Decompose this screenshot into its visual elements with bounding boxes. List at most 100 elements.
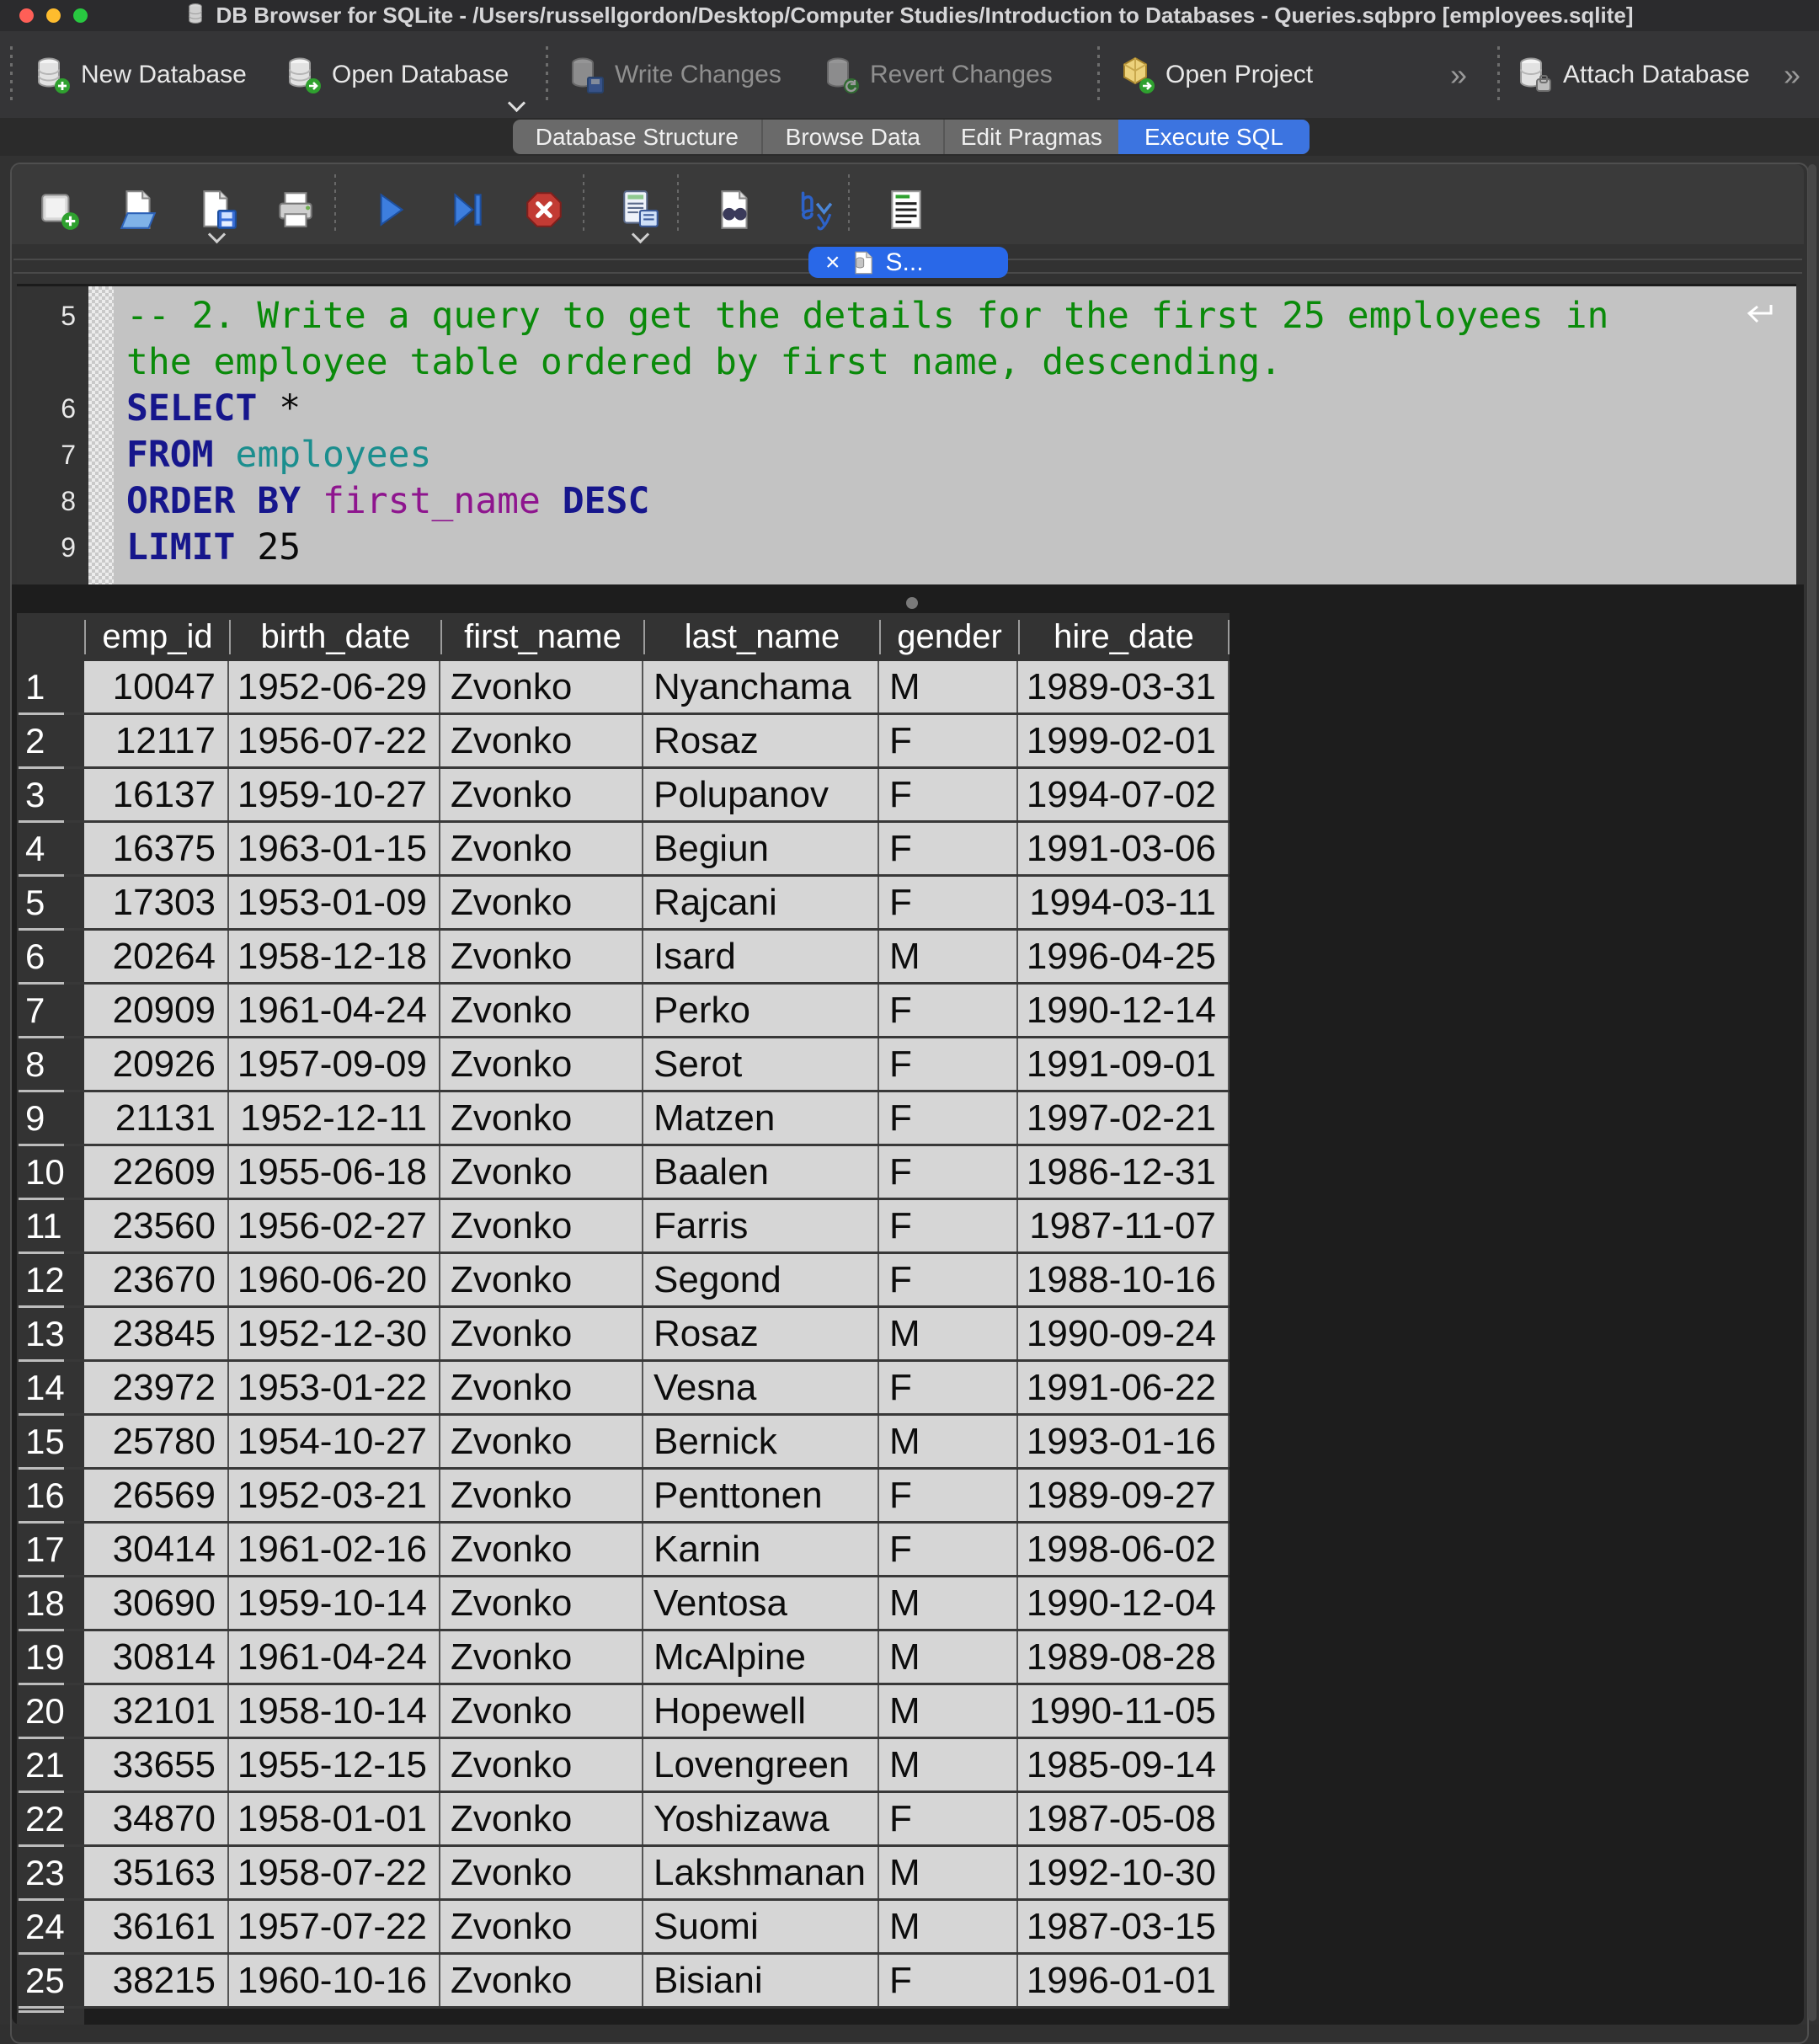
attach-database-button[interactable]: Attach Database — [1514, 31, 1750, 118]
cell-emp_id[interactable]: 26569 — [84, 1470, 229, 1521]
cell-emp_id[interactable]: 20909 — [84, 985, 229, 1036]
cell-birth_date[interactable]: 1957-09-09 — [229, 1038, 440, 1090]
cell-first_name[interactable]: Zvonko — [440, 931, 643, 982]
minimize-window-button[interactable] — [46, 8, 61, 23]
cell-hire_date[interactable]: 1994-07-02 — [1018, 769, 1230, 820]
row-number[interactable]: 25 — [17, 1955, 84, 2006]
cell-last_name[interactable]: Bisiani — [643, 1955, 879, 2006]
cell-hire_date[interactable]: 1992-10-30 — [1018, 1847, 1230, 1898]
row-number[interactable]: 10 — [17, 1146, 84, 1198]
cell-first_name[interactable]: Zvonko — [440, 1793, 643, 1844]
cell-gender[interactable]: F — [879, 1038, 1018, 1090]
row-number[interactable]: 5 — [17, 877, 84, 928]
row-number[interactable]: 19 — [17, 1631, 84, 1683]
cell-hire_date[interactable]: 1988-10-16 — [1018, 1254, 1230, 1305]
close-window-button[interactable] — [19, 8, 34, 23]
toolbar-overflow-chevron[interactable]: » — [1784, 31, 1800, 118]
cell-gender[interactable]: M — [879, 661, 1018, 712]
row-number[interactable]: 12 — [17, 1254, 84, 1305]
toolbar-overflow-chevron[interactable]: » — [1450, 31, 1467, 118]
cell-gender[interactable]: F — [879, 823, 1018, 874]
cell-birth_date[interactable]: 1963-01-15 — [229, 823, 440, 874]
column-header-last_name[interactable]: last_name — [643, 620, 879, 654]
row-number[interactable]: 14 — [17, 1362, 84, 1413]
cell-emp_id[interactable]: 23560 — [84, 1200, 229, 1251]
cell-first_name[interactable]: Zvonko — [440, 715, 643, 766]
cell-first_name[interactable]: Zvonko — [440, 769, 643, 820]
cell-first_name[interactable]: Zvonko — [440, 1362, 643, 1413]
cell-first_name[interactable]: Zvonko — [440, 1739, 643, 1791]
cell-gender[interactable]: M — [879, 1847, 1018, 1898]
cell-emp_id[interactable]: 30814 — [84, 1631, 229, 1683]
row-number[interactable]: 23 — [17, 1847, 84, 1898]
tab-browse-data[interactable]: Browse Data — [761, 120, 943, 154]
column-header-emp_id[interactable]: emp_id — [84, 620, 229, 654]
cell-first_name[interactable]: Zvonko — [440, 1146, 643, 1198]
cell-emp_id[interactable]: 21131 — [84, 1092, 229, 1144]
cell-gender[interactable]: F — [879, 1200, 1018, 1251]
cell-birth_date[interactable]: 1961-02-16 — [229, 1524, 440, 1575]
cell-birth_date[interactable]: 1956-07-22 — [229, 715, 440, 766]
cell-first_name[interactable]: Zvonko — [440, 1308, 643, 1359]
cell-hire_date[interactable]: 1994-03-11 — [1018, 877, 1230, 928]
cell-last_name[interactable]: Lovengreen — [643, 1739, 879, 1791]
cell-last_name[interactable]: Hopewell — [643, 1685, 879, 1737]
cell-gender[interactable]: F — [879, 1793, 1018, 1844]
cell-hire_date[interactable]: 1989-08-28 — [1018, 1631, 1230, 1683]
cell-first_name[interactable]: Zvonko — [440, 985, 643, 1036]
cell-hire_date[interactable]: 1991-09-01 — [1018, 1038, 1230, 1090]
row-number[interactable]: 2 — [17, 715, 84, 766]
cell-hire_date[interactable]: 1989-03-31 — [1018, 661, 1230, 712]
cell-emp_id[interactable]: 20926 — [84, 1038, 229, 1090]
format-sql-icon[interactable] — [791, 188, 835, 232]
tab-database-structure[interactable]: Database Structure — [513, 120, 761, 154]
cell-hire_date[interactable]: 1989-09-27 — [1018, 1470, 1230, 1521]
cell-birth_date[interactable]: 1961-04-24 — [229, 985, 440, 1036]
row-number[interactable]: 13 — [17, 1308, 84, 1359]
cell-hire_date[interactable]: 1991-06-22 — [1018, 1362, 1230, 1413]
cell-first_name[interactable]: Zvonko — [440, 1200, 643, 1251]
cell-birth_date[interactable]: 1953-01-22 — [229, 1362, 440, 1413]
execute-current-line-icon[interactable] — [445, 188, 488, 232]
row-number[interactable]: 22 — [17, 1793, 84, 1844]
find-icon[interactable] — [713, 188, 757, 232]
cell-last_name[interactable]: Vesna — [643, 1362, 879, 1413]
row-number[interactable]: 17 — [17, 1524, 84, 1575]
cell-last_name[interactable]: Lakshmanan — [643, 1847, 879, 1898]
cell-gender[interactable]: M — [879, 1901, 1018, 1952]
cell-birth_date[interactable]: 1958-07-22 — [229, 1847, 440, 1898]
cell-last_name[interactable]: McAlpine — [643, 1631, 879, 1683]
cell-last_name[interactable]: Matzen — [643, 1092, 879, 1144]
cell-first_name[interactable]: Zvonko — [440, 1038, 643, 1090]
cell-birth_date[interactable]: 1959-10-27 — [229, 769, 440, 820]
row-number[interactable]: 15 — [17, 1416, 84, 1467]
cell-emp_id[interactable]: 32101 — [84, 1685, 229, 1737]
cell-hire_date[interactable]: 1999-02-01 — [1018, 715, 1230, 766]
cell-birth_date[interactable]: 1955-12-15 — [229, 1739, 440, 1791]
cell-birth_date[interactable]: 1956-02-27 — [229, 1200, 440, 1251]
cell-hire_date[interactable]: 1996-04-25 — [1018, 931, 1230, 982]
cell-emp_id[interactable]: 10047 — [84, 661, 229, 712]
row-number[interactable]: 3 — [17, 769, 84, 820]
cell-first_name[interactable]: Zvonko — [440, 1685, 643, 1737]
cell-emp_id[interactable]: 23972 — [84, 1362, 229, 1413]
cell-emp_id[interactable]: 20264 — [84, 931, 229, 982]
sql-editor[interactable]: 56789 -- 2. Write a query to get the det… — [17, 284, 1796, 584]
save-dropdown-chevron-icon[interactable] — [209, 228, 224, 243]
cell-gender[interactable]: F — [879, 985, 1018, 1036]
cell-first_name[interactable]: Zvonko — [440, 823, 643, 874]
cell-birth_date[interactable]: 1960-06-20 — [229, 1254, 440, 1305]
cell-gender[interactable]: F — [879, 1470, 1018, 1521]
cell-gender[interactable]: F — [879, 1254, 1018, 1305]
cell-gender[interactable]: F — [879, 1362, 1018, 1413]
editor-code-area[interactable]: -- 2. Write a query to get the details f… — [114, 286, 1796, 584]
cell-birth_date[interactable]: 1952-03-21 — [229, 1470, 440, 1521]
cell-first_name[interactable]: Zvonko — [440, 877, 643, 928]
cell-hire_date[interactable]: 1998-06-02 — [1018, 1524, 1230, 1575]
write-changes-button[interactable]: Write Changes — [566, 31, 781, 118]
export-dropdown-chevron-icon[interactable] — [632, 228, 648, 243]
cell-first_name[interactable]: Zvonko — [440, 1955, 643, 2006]
cell-gender[interactable]: M — [879, 1739, 1018, 1791]
cell-hire_date[interactable]: 1990-11-05 — [1018, 1685, 1230, 1737]
toolbar-group-chevron-down-icon[interactable] — [509, 97, 524, 112]
